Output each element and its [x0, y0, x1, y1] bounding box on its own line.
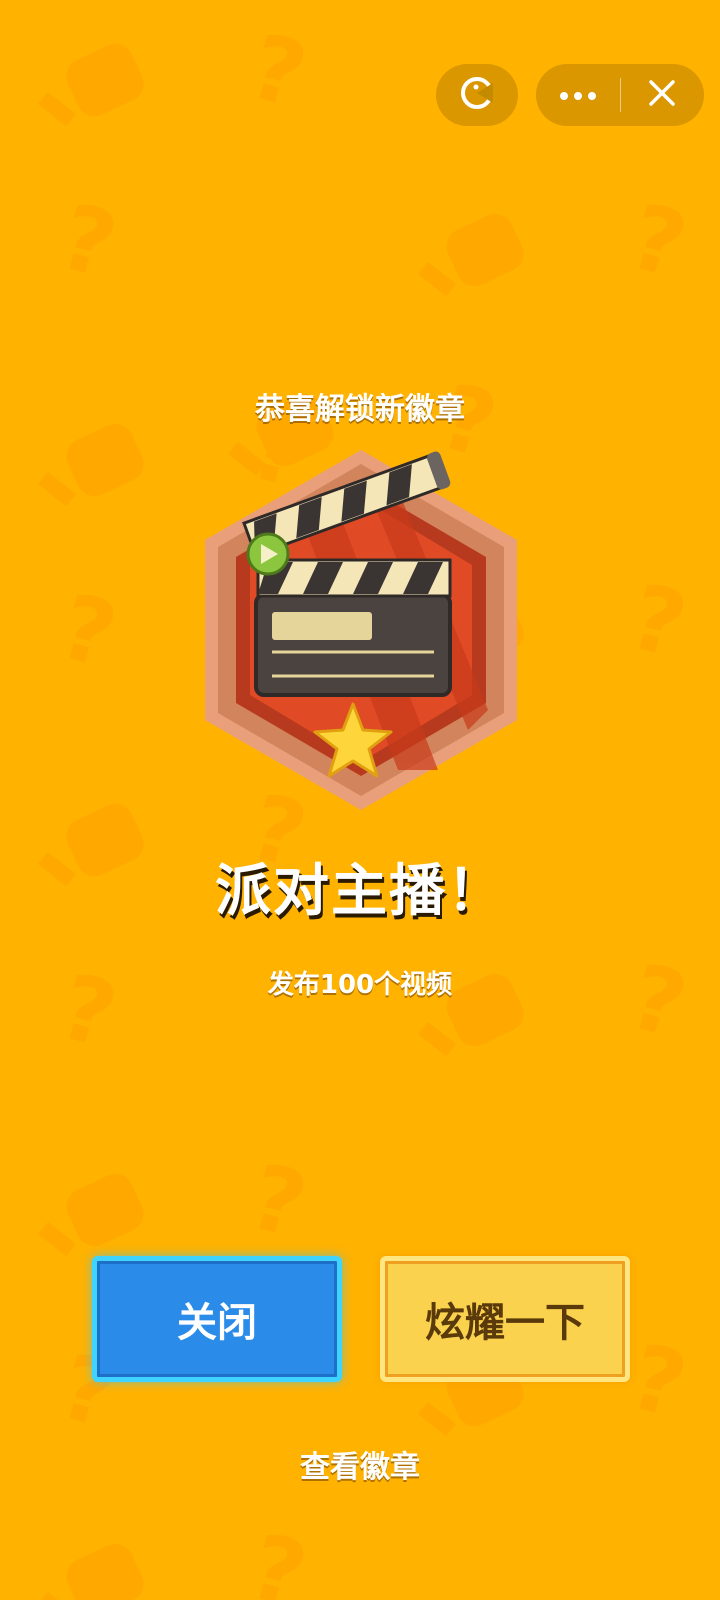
share-button[interactable]: 炫耀一下 [380, 1256, 630, 1382]
menu-capsule [536, 64, 704, 126]
more-button[interactable] [536, 64, 620, 126]
more-dots-icon [558, 86, 598, 105]
unlock-subtitle: 恭喜解锁新徽章 [255, 392, 465, 427]
mini-program-icon[interactable] [459, 75, 495, 115]
view-badges-link[interactable]: 查看徽章 [0, 1442, 720, 1486]
clapperboard-badge-icon [205, 450, 517, 810]
close-icon [648, 79, 676, 111]
mini-program-capsule[interactable] [436, 64, 518, 126]
close-button[interactable]: 关闭 [92, 1256, 342, 1382]
badge-description: 发布100个视频 [267, 970, 453, 1000]
close-mini-program-button[interactable] [621, 64, 705, 126]
badge-title: 派对主播！ [215, 859, 505, 924]
